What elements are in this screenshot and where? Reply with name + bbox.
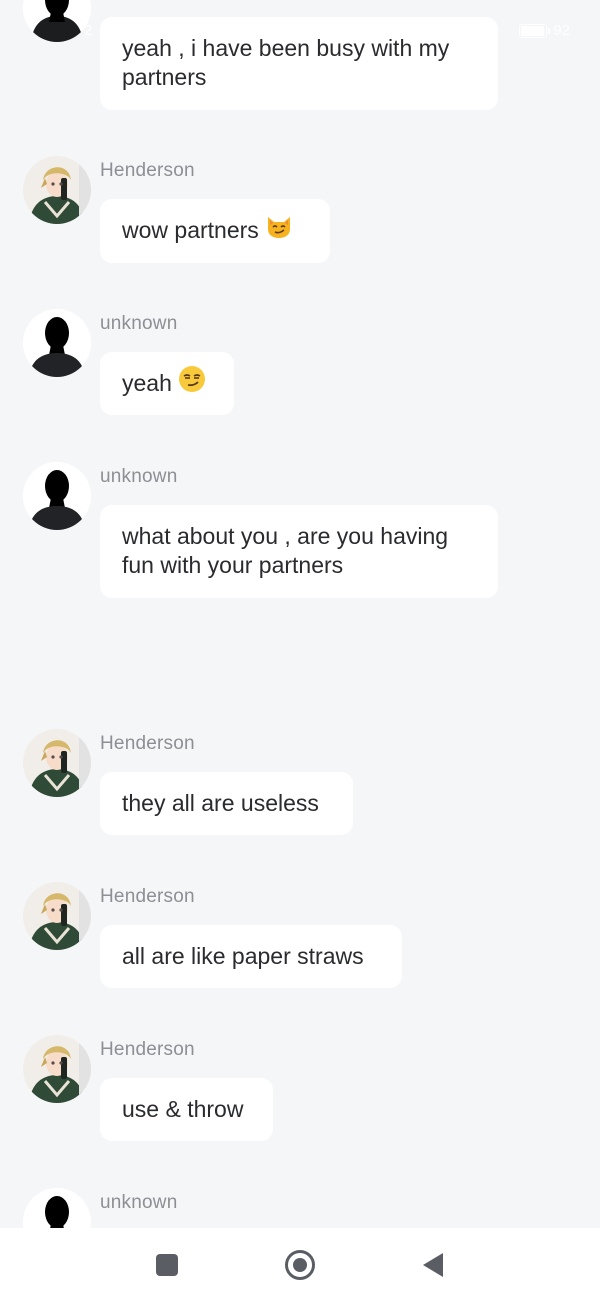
smirking-cat-emoji: [265, 213, 293, 246]
triangle-back-icon[interactable]: [416, 1248, 450, 1282]
smirking-face-emoji: [178, 365, 206, 400]
message-bubble[interactable]: wow partners: [100, 199, 330, 263]
circle-home-icon[interactable]: [283, 1248, 317, 1282]
silhouette-avatar-icon[interactable]: [23, 1188, 91, 1228]
message-text: wow partners: [122, 217, 259, 243]
silhouette-avatar-icon[interactable]: [23, 462, 91, 530]
status-bar-right: 92: [519, 22, 570, 39]
sender-name: Henderson: [100, 1039, 195, 1060]
silhouette-avatar-icon[interactable]: [23, 0, 91, 42]
henderson-avatar-icon[interactable]: [23, 882, 91, 950]
sender-name: unknown: [100, 313, 178, 334]
message-text: yeah: [122, 370, 172, 396]
message-text: they all are useless: [122, 790, 319, 816]
sender-name: Henderson: [100, 160, 195, 181]
henderson-avatar-icon[interactable]: [23, 729, 91, 797]
battery-level: 92: [553, 22, 570, 39]
message-bubble[interactable]: use & throw: [100, 1078, 273, 1141]
sender-name: unknown: [100, 466, 178, 487]
message-bubble[interactable]: all are like paper straws: [100, 925, 402, 988]
sender-name: unknown: [100, 1192, 178, 1213]
square-recents-icon[interactable]: [150, 1248, 184, 1282]
message-bubble[interactable]: yeah , i have been busy with my partners: [100, 17, 498, 110]
battery-icon: [519, 23, 551, 38]
message-bubble[interactable]: yeah: [100, 352, 234, 415]
sender-name: Henderson: [100, 886, 195, 907]
message-bubble[interactable]: what about you , are you having fun with…: [100, 505, 498, 598]
henderson-avatar-icon[interactable]: [23, 156, 91, 224]
status-time: 2: [84, 22, 93, 39]
silhouette-avatar-icon[interactable]: [23, 309, 91, 377]
chat-screen: 2 92 yeah , i have been busy with my par…: [0, 0, 600, 1228]
henderson-avatar-icon[interactable]: [23, 1035, 91, 1103]
navigation-bar: [0, 1228, 600, 1300]
message-text: use & throw: [122, 1096, 244, 1122]
message-text: yeah , i have been busy with my partners: [122, 35, 450, 90]
message-text: all are like paper straws: [122, 943, 364, 969]
sender-name: Henderson: [100, 733, 195, 754]
message-bubble[interactable]: they all are useless: [100, 772, 353, 835]
message-text: what about you , are you having fun with…: [122, 523, 449, 578]
